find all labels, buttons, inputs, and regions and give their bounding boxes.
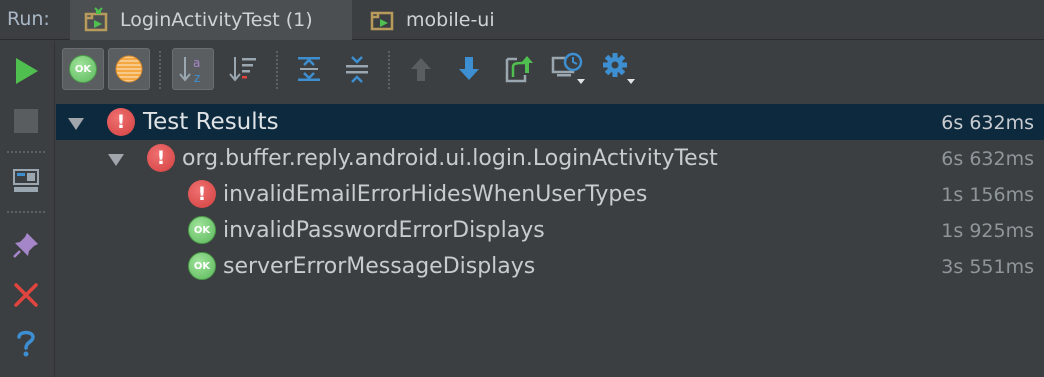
- collapse-all-button[interactable]: [336, 48, 378, 90]
- show-ignored-icon: [115, 55, 143, 83]
- close-button[interactable]: [8, 277, 44, 313]
- ok-mark: OK: [193, 260, 211, 272]
- error-mark: !: [156, 147, 166, 169]
- tree-node-label: invalidPasswordErrorDisplays: [223, 218, 545, 243]
- passed-status-icon: OK: [188, 252, 216, 280]
- show-passed-icon: OK: [69, 55, 97, 83]
- error-mark: !: [197, 183, 207, 205]
- show-passed-button[interactable]: OK: [62, 48, 104, 90]
- expand-arrow-icon[interactable]: [68, 118, 84, 130]
- pin-button[interactable]: [8, 227, 44, 263]
- tab-label: LoginActivityTest (1): [120, 9, 313, 31]
- tree-row-test-results[interactable]: ! Test Results 6s 632ms: [56, 104, 1044, 140]
- toolbar-separator: [159, 51, 161, 89]
- expand-arrow-icon[interactable]: [108, 154, 124, 166]
- previous-failed-button[interactable]: [400, 48, 442, 90]
- next-failed-button[interactable]: [448, 48, 490, 90]
- ok-mark: OK: [193, 224, 211, 236]
- sort-by-duration-icon: [229, 57, 256, 82]
- run-tool-window-tabbar: Run: LoginActivityTest (1) mobile-ui: [0, 0, 1044, 40]
- sort-alphabetically-button[interactable]: a z: [172, 48, 214, 90]
- settings-button[interactable]: [598, 48, 640, 90]
- duration-label: 6s 632ms: [941, 148, 1034, 170]
- collapse-all-icon: [346, 56, 368, 83]
- run-label: Run:: [7, 8, 50, 30]
- tree-node-label: serverErrorMessageDisplays: [223, 254, 536, 279]
- toolbar-separator: [276, 51, 278, 89]
- layout-icon: [13, 169, 39, 192]
- rerun-icon: [16, 58, 38, 84]
- test-runner-toolbar: OK a z: [56, 41, 1044, 101]
- test-history-button[interactable]: [548, 48, 590, 90]
- stop-button[interactable]: [8, 103, 44, 139]
- duration-label: 6s 632ms: [941, 112, 1034, 134]
- svg-text:a: a: [193, 56, 200, 70]
- layout-button[interactable]: [8, 163, 44, 199]
- export-results-button[interactable]: [498, 48, 540, 90]
- left-toolbar: [0, 41, 55, 377]
- tab-label: mobile-ui: [406, 9, 495, 31]
- export-results-icon: [505, 56, 533, 83]
- failed-status-icon: !: [147, 144, 175, 172]
- tab-mobile-ui[interactable]: mobile-ui: [356, 0, 516, 40]
- failed-status-icon: !: [188, 180, 216, 208]
- close-icon: [14, 283, 38, 307]
- tree-row-test[interactable]: ! invalidEmailErrorHidesWhenUserTypes 1s…: [56, 176, 1044, 212]
- pin-icon: [13, 233, 38, 258]
- duration-label: 3s 551ms: [941, 256, 1034, 278]
- show-ignored-button[interactable]: [108, 48, 150, 90]
- previous-failed-icon: [411, 58, 431, 81]
- next-failed-icon: [459, 57, 479, 80]
- tree-node-label: invalidEmailErrorHidesWhenUserTypes: [223, 182, 648, 207]
- test-history-icon: [551, 52, 585, 84]
- help-icon: [17, 330, 35, 357]
- toolbar-separator: [388, 51, 390, 89]
- tab-login-activity-test[interactable]: LoginActivityTest (1): [70, 0, 352, 40]
- ok-badge-text: OK: [74, 63, 92, 75]
- duration-label: 1s 925ms: [941, 220, 1034, 242]
- stop-icon: [14, 109, 38, 133]
- failed-status-icon: !: [107, 108, 135, 136]
- android-run-config-icon: [84, 7, 108, 32]
- tree-row-test[interactable]: OK serverErrorMessageDisplays 3s 551ms: [56, 248, 1044, 284]
- tree-node-label: org.buffer.reply.android.ui.login.LoginA…: [182, 146, 718, 171]
- toolbar-separator: [7, 151, 45, 153]
- passed-status-icon: OK: [188, 216, 216, 244]
- tree-row-suite[interactable]: ! org.buffer.reply.android.ui.login.Logi…: [56, 140, 1044, 176]
- expand-all-button[interactable]: [288, 48, 330, 90]
- expand-all-icon: [298, 57, 320, 81]
- duration-label: 1s 156ms: [941, 184, 1034, 206]
- test-results-tree: ! Test Results 6s 632ms ! org.buffer.rep…: [56, 102, 1044, 377]
- help-button[interactable]: [8, 325, 44, 361]
- sort-alphabetically-icon: a z: [179, 56, 200, 85]
- tree-row-test[interactable]: OK invalidPasswordErrorDisplays 1s 925ms: [56, 212, 1044, 248]
- rerun-button[interactable]: [8, 53, 44, 89]
- svg-text:z: z: [194, 71, 200, 85]
- error-mark: !: [116, 111, 126, 133]
- android-run-config-icon: [370, 11, 394, 31]
- settings-icon: [603, 53, 635, 84]
- tree-node-label: Test Results: [143, 109, 279, 135]
- toolbar-separator: [7, 211, 45, 213]
- sort-by-duration-button[interactable]: [222, 48, 264, 90]
